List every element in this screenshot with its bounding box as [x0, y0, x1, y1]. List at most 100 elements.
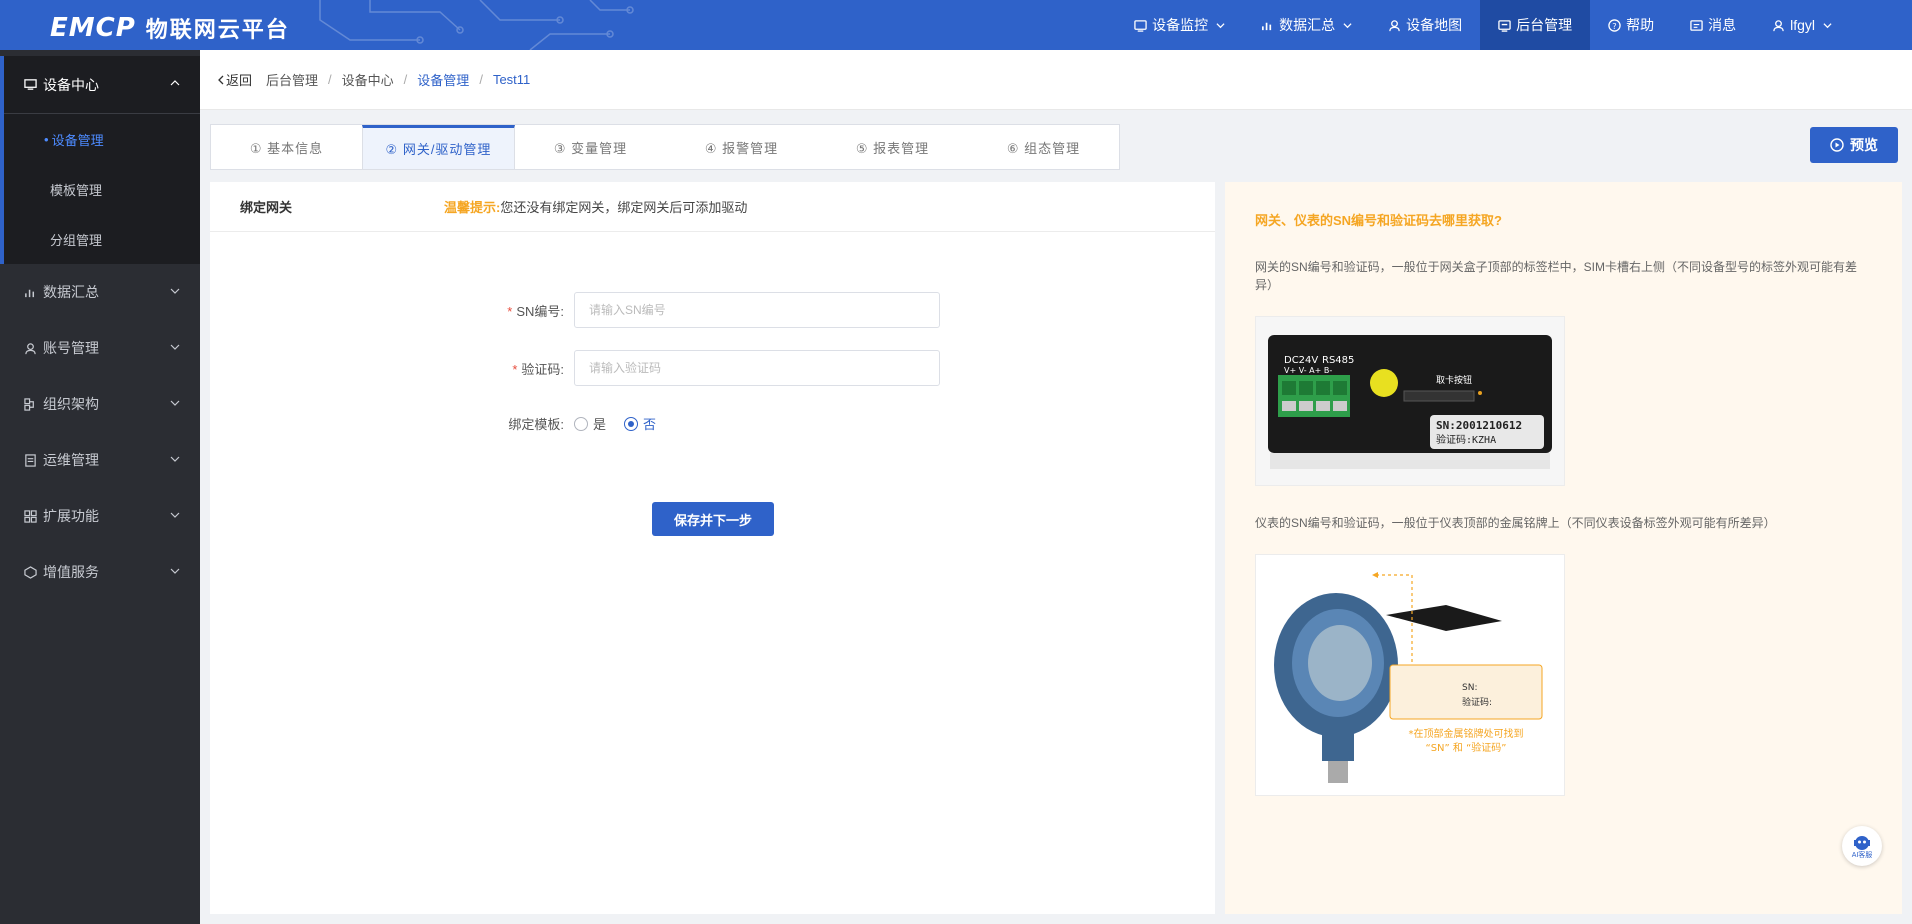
sidebar-group-label: 运维管理 [43, 452, 99, 468]
sidebar-group-ops: 运维管理 [0, 432, 200, 488]
chevron-down-icon [1343, 22, 1352, 28]
preview-button[interactable]: 预览 [1810, 127, 1898, 163]
sidebar-item-group-management[interactable]: 分组管理 [4, 214, 200, 264]
sidebar-group-extend: 扩展功能 [0, 488, 200, 544]
sn-input[interactable] [574, 292, 940, 328]
org-icon [24, 397, 34, 411]
meter-help-text: 仪表的SN编号和验证码，一般位于仪表顶部的金属铭牌上（不同仪表设备标签外观可能有… [1255, 516, 1776, 530]
verification-code-input[interactable] [574, 350, 940, 386]
sidebar-item-organization[interactable]: 组织架构 [0, 376, 200, 432]
nav-label: 设备地图 [1406, 17, 1463, 33]
tab-alarms[interactable]: ④ 报警管理 [666, 125, 817, 169]
sidebar-item-template-management[interactable]: 模板管理 [4, 164, 200, 214]
gateway-device-icon: DC24V RS485 V+ V- A+ B- 取卡按钮 SN:20012106… [1256, 317, 1564, 485]
gateway-label-image: DC24V RS485 V+ V- A+ B- 取卡按钮 SN:20012106… [1255, 316, 1565, 486]
tab-reports[interactable]: ⑤ 报表管理 [817, 125, 968, 169]
nav-message[interactable]: 消息 [1672, 0, 1754, 50]
sn-row: * SN编号: [484, 292, 940, 328]
chart-icon [1262, 22, 1272, 30]
breadcrumb-separator: / [479, 72, 483, 87]
tab-gateway-driver[interactable]: ② 网关/驱动管理 [362, 125, 515, 169]
extend-icon [24, 509, 37, 523]
sidebar-group-data-summary: 数据汇总 [0, 264, 200, 320]
meter-device-icon: SN: 验证码: *在顶部金属铭牌处可找到 “SN” 和 “验证码” [1256, 555, 1564, 795]
logo[interactable]: EMCP 物联网云平台 [50, 12, 290, 44]
nav-help[interactable]: ? 帮助 [1590, 0, 1672, 50]
help-panel: 网关、仪表的SN编号和验证码去哪里获取? 网关的SN编号和验证码，一般位于网关盒… [1225, 182, 1902, 914]
panel-title: 绑定网关 [240, 200, 293, 215]
tab-configuration[interactable]: ⑥ 组态管理 [968, 125, 1119, 169]
nav-device-monitor[interactable]: 设备监控 [1116, 0, 1243, 50]
sidebar-group-account: 账号管理 [0, 320, 200, 376]
breadcrumb-item[interactable]: 设备中心 [342, 70, 394, 89]
chevron-down-icon [170, 512, 180, 518]
chevron-down-icon [170, 344, 180, 350]
sidebar-item-extensions[interactable]: 扩展功能 [0, 488, 200, 544]
circuit-decoration-icon [319, 0, 634, 50]
breadcrumb-item[interactable]: 后台管理 [266, 70, 318, 89]
sidebar-group-label: 增值服务 [43, 564, 99, 580]
nav-device-map[interactable]: 设备地图 [1370, 0, 1480, 50]
help-icon: ? [1608, 18, 1621, 32]
nav-label: 设备监控 [1152, 17, 1209, 33]
hint-text: 您还没有绑定网关，绑定网关后可添加驱动 [500, 200, 748, 215]
ops-icon [25, 453, 36, 467]
code-sample: 验证码:KZHA [1436, 433, 1496, 446]
chevron-down-icon [170, 400, 180, 406]
sidebar-group-label: 扩展功能 [43, 508, 99, 524]
meter-label-image: SN: 验证码: *在顶部金属铭牌处可找到 “SN” 和 “验证码” [1255, 554, 1565, 796]
chevron-down-icon [170, 288, 180, 294]
sn-label-wrap: * SN编号: [484, 301, 574, 320]
chevron-down-icon [170, 456, 180, 462]
save-and-next-button[interactable]: 保存并下一步 [652, 502, 774, 536]
code-label: 验证码: [521, 361, 564, 377]
top-navbar: EMCP 物联网云平台 设备监控 数据汇总 设备地图 后台管理 ? 帮助 消息 [0, 0, 1912, 50]
chevron-up-icon [170, 80, 180, 86]
nav-data-summary[interactable]: 数据汇总 [1243, 0, 1370, 50]
required-mark: * [507, 303, 513, 319]
chevron-down-icon [170, 568, 180, 574]
chevron-down-icon [1216, 22, 1225, 28]
play-circle-icon [1830, 138, 1844, 152]
sidebar-group-label: 设备中心 [43, 76, 99, 93]
admin-icon [1498, 19, 1511, 32]
sidebar-item-operations[interactable]: 运维管理 [0, 432, 200, 488]
radio-circle-checked-icon [624, 416, 639, 431]
radio-label: 是 [593, 417, 607, 432]
brand-logo: EMCP [50, 13, 136, 43]
sidebar-item-device-management[interactable]: 设备管理 [4, 114, 200, 164]
step-tabs: ① 基本信息 ② 网关/驱动管理 ③ 变量管理 ④ 报警管理 ⑤ 报表管理 ⑥ … [210, 124, 1120, 170]
sidebar-item-value-added[interactable]: 增值服务 [0, 544, 200, 600]
hint-label: 温馨提示: [444, 200, 501, 215]
nav-label: 消息 [1708, 17, 1737, 33]
breadcrumb: 返回 后台管理 / 设备中心 / 设备管理 / Test11 [200, 50, 1912, 110]
panel-header: 绑定网关 温馨提示: 您还没有绑定网关，绑定网关后可添加驱动 [210, 182, 1215, 232]
svg-text:?: ? [1612, 20, 1616, 30]
sidebar-group-label: 数据汇总 [43, 284, 99, 300]
chart-icon [25, 289, 35, 297]
tab-variables[interactable]: ③ 变量管理 [515, 125, 666, 169]
ai-assistant-button[interactable]: AI客服 [1842, 826, 1882, 866]
sidebar: 设备中心 设备管理 模板管理 分组管理 数据汇总 账号管理 组织架构 运维管理 [0, 50, 200, 924]
pin-labels: V+ V- A+ B- [1284, 366, 1332, 375]
monitor-icon [1134, 19, 1147, 32]
back-button[interactable]: 返回 [216, 70, 252, 89]
gateway-help-text: 网关的SN编号和验证码，一般位于网关盒子顶部的标签栏中，SIM卡槽右上侧（不同设… [1255, 260, 1858, 292]
radio-no[interactable]: 否 [624, 414, 656, 433]
preview-label: 预览 [1850, 137, 1878, 153]
breadcrumb-item[interactable]: 设备管理 [417, 70, 469, 89]
nav-admin[interactable]: 后台管理 [1480, 0, 1591, 50]
vas-icon [24, 565, 37, 579]
plate-code-label: 验证码: [1462, 696, 1492, 708]
sidebar-item-account-management[interactable]: 账号管理 [0, 320, 200, 376]
breadcrumb-separator: / [403, 72, 408, 87]
bind-template-row: 绑定模板: 是 否 [484, 414, 674, 433]
radio-yes[interactable]: 是 [574, 414, 606, 433]
sidebar-group-label: 组织架构 [43, 396, 99, 412]
sidebar-item-device-center[interactable]: 设备中心 [4, 56, 200, 114]
tab-basic-info[interactable]: ① 基本信息 [211, 125, 362, 169]
sidebar-item-data-summary[interactable]: 数据汇总 [0, 264, 200, 320]
breadcrumb-separator: / [328, 72, 332, 87]
code-row: * 验证码: [484, 350, 940, 386]
nav-user-menu[interactable]: lfgyl [1754, 0, 1912, 50]
